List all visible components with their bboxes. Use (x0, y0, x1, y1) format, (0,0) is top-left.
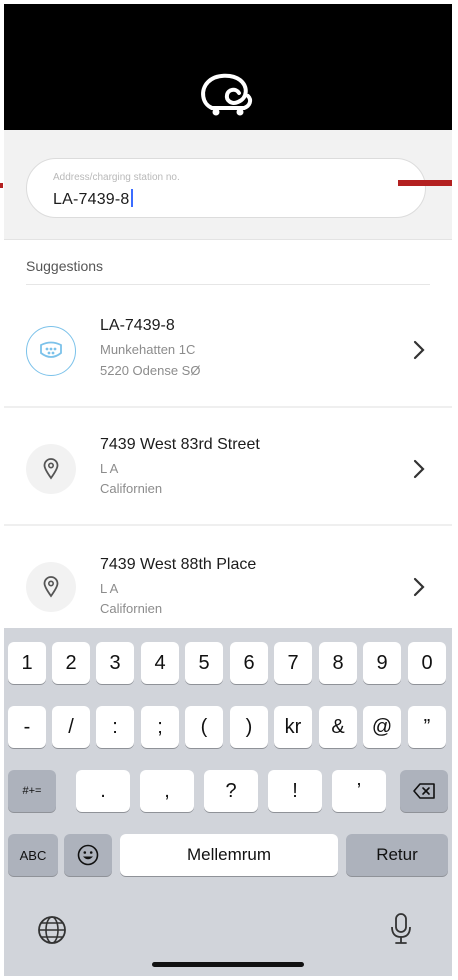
chevron-right-icon (413, 459, 425, 479)
return-key[interactable]: Retur (346, 834, 448, 876)
suggestion-item-address[interactable]: 7439 West 83rd Street L A Californien (4, 408, 452, 526)
key-8[interactable]: 8 (319, 642, 357, 684)
key-6[interactable]: 6 (230, 642, 268, 684)
text-caret (130, 189, 133, 207)
key-hyphen[interactable]: - (8, 706, 46, 748)
key-7[interactable]: 7 (274, 642, 312, 684)
keyboard: 1 2 3 4 5 6 7 8 9 0 - / : ; ( ) kr & @ ”… (4, 628, 452, 976)
suggestion-line1: L A (100, 461, 119, 476)
key-4[interactable]: 4 (141, 642, 179, 684)
search-section: Address/charging station no. LA-7439-8 (4, 130, 452, 240)
annotation-mark (0, 183, 3, 188)
suggestions-heading: Suggestions (26, 258, 104, 274)
space-key[interactable]: Mellemrum (120, 834, 338, 876)
key-9[interactable]: 9 (363, 642, 401, 684)
emoji-icon (77, 844, 99, 866)
key-open-paren[interactable]: ( (185, 706, 223, 748)
location-pin-icon (26, 562, 76, 612)
abc-key[interactable]: ABC (8, 834, 58, 876)
globe-icon[interactable] (36, 914, 68, 946)
suggestion-line1: L A (100, 581, 119, 596)
location-pin-icon (26, 444, 76, 494)
key-colon[interactable]: : (96, 706, 134, 748)
key-semicolon[interactable]: ; (141, 706, 179, 748)
annotation-arrow (398, 180, 452, 186)
key-exclamation[interactable]: ! (268, 770, 322, 812)
microphone-icon[interactable] (388, 912, 414, 946)
home-indicator (152, 962, 304, 967)
key-quote[interactable]: ” (408, 706, 446, 748)
key-ampersand[interactable]: & (319, 706, 357, 748)
key-at[interactable]: @ (363, 706, 401, 748)
charging-station-icon (26, 326, 76, 376)
suggestion-title: 7439 West 88th Place (100, 556, 257, 573)
suggestion-line2: Californien (100, 601, 163, 616)
suggestion-item-station[interactable]: LA-7439-8 Munkehatten 1C 5220 Odense SØ (4, 290, 452, 408)
suggestion-line2: 5220 Odense SØ (100, 363, 201, 378)
key-5[interactable]: 5 (185, 642, 223, 684)
key-1[interactable]: 1 (8, 642, 46, 684)
key-0[interactable]: 0 (408, 642, 446, 684)
app-logo-icon (201, 73, 253, 116)
key-3[interactable]: 3 (96, 642, 134, 684)
chevron-right-icon (413, 577, 425, 597)
key-close-paren[interactable]: ) (230, 706, 268, 748)
key-period[interactable]: . (76, 770, 130, 812)
search-value: LA-7439-8 (53, 189, 133, 209)
symbols-toggle-key[interactable]: #+= (8, 770, 56, 812)
key-apostrophe[interactable]: ’ (332, 770, 386, 812)
suggestion-line1: Munkehatten 1C (100, 342, 196, 357)
key-2[interactable]: 2 (52, 642, 90, 684)
suggestion-title: 7439 West 83rd Street (100, 436, 260, 453)
emoji-key[interactable] (64, 834, 112, 876)
suggestion-title: LA-7439-8 (100, 317, 175, 334)
chevron-right-icon (413, 340, 425, 360)
divider (26, 284, 430, 285)
key-comma[interactable]: , (140, 770, 194, 812)
search-input[interactable]: Address/charging station no. LA-7439-8 (26, 158, 426, 218)
search-placeholder: Address/charging station no. (53, 172, 180, 183)
suggestion-line2: Californien (100, 481, 163, 496)
backspace-icon (413, 783, 435, 799)
key-slash[interactable]: / (52, 706, 90, 748)
key-question[interactable]: ? (204, 770, 258, 812)
app-screen: Address/charging station no. LA-7439-8 S… (4, 4, 452, 976)
key-kr[interactable]: kr (274, 706, 312, 748)
delete-key[interactable] (400, 770, 448, 812)
app-header (4, 4, 452, 130)
